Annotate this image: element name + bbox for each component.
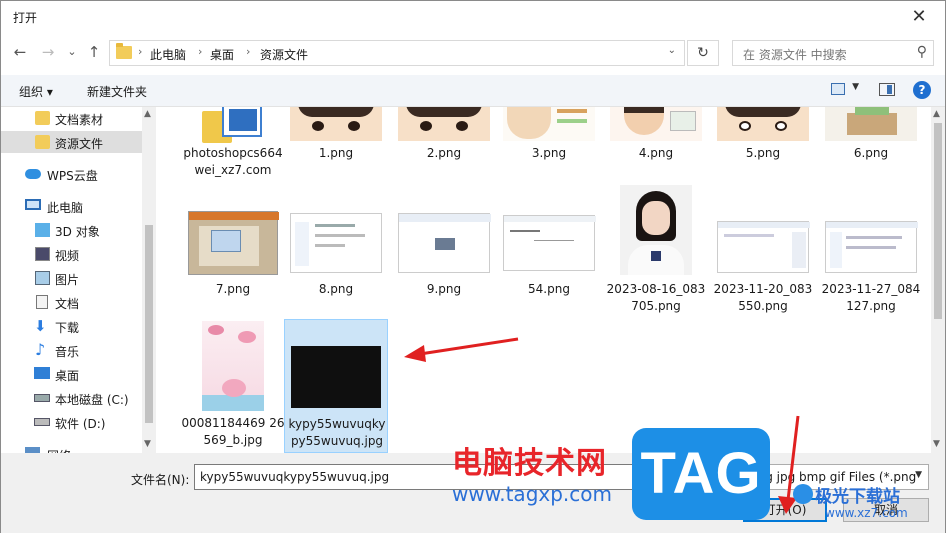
tag-logo: TAG [632, 428, 770, 520]
xz7-watermark-url: www.xz7.com [825, 506, 908, 520]
arrow-to-selected-file [404, 337, 519, 362]
xz7-logo-icon [793, 484, 813, 504]
site-title-watermark: 电脑技术网 [452, 446, 607, 481]
site-url-watermark: www.tagxp.com [452, 482, 612, 506]
xz7-watermark-title: 极光下载站 [815, 487, 900, 507]
xz7-watermark: 极光下载站 www.xz7.com [787, 482, 946, 532]
